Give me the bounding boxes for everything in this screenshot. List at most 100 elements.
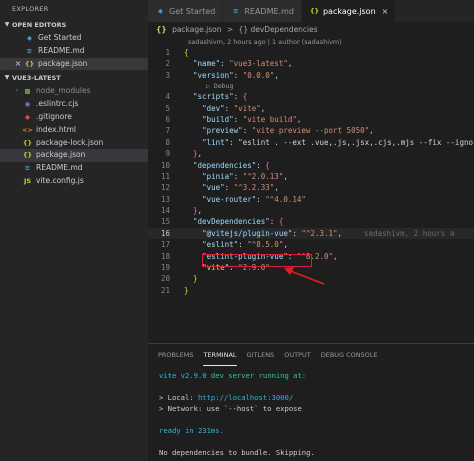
code-line[interactable]: 2 "name": "vue3-latest", [148,58,474,69]
explorer-sidebar: EXPLORER ▼ OPEN EDITORS ◆ Get Started ≡ … [0,0,148,461]
project-header[interactable]: ▼ VUE3-LATEST [0,71,148,85]
code-text: "devDependencies": { [193,217,284,227]
json-icon: {} [22,138,33,147]
code-line[interactable]: 11 "pinia": "^2.0.13", [148,171,474,182]
code-text: "name": "vue3-latest", [193,59,293,69]
code-text: }, [193,206,203,216]
code-line[interactable]: 14 }, [148,205,474,216]
markdown-icon: ≡ [24,164,31,173]
line-number: 12 [160,183,170,193]
vscode-icon: ◆ [158,7,163,15]
markdown-icon: ≡ [233,7,239,15]
tab-get-started[interactable]: ◆ Get Started [148,0,224,22]
json-icon: {} [309,7,320,15]
file-vite-config[interactable]: JS vite.config.js [0,175,148,188]
git-blame-codelens[interactable]: sadashivm, 2 hours ago | 1 author (sadas… [148,37,474,47]
code-line[interactable]: 3 "version": "0.0.0", [148,70,474,81]
gutter [174,47,184,58]
file-label: .eslintrc.cjs [36,99,79,109]
file-package-json[interactable]: {} package.json [0,149,148,163]
open-editor-package-json[interactable]: × {} package.json [0,57,148,71]
line-number: 10 [160,160,170,170]
line-number: 18 [160,251,170,261]
tab-package-json[interactable]: {} package.json × [301,0,397,22]
code-line[interactable]: 4 "scripts": { [148,91,474,102]
breadcrumb-symbol[interactable]: {} devDependencies [239,25,318,34]
close-icon[interactable]: × [382,7,389,16]
line-number: 9 [165,149,170,159]
terminal-line: ready in 231ms. [159,426,224,435]
gutter [174,262,184,273]
vscode-icon: ◆ [27,34,32,42]
terminal[interactable]: vite v2.9.0 dev server running at: > Loc… [148,366,474,458]
tab-label: Get Started [169,6,216,16]
close-icon[interactable]: × [12,58,24,71]
file-eslintrc[interactable]: ◉ .eslintrc.cjs [0,98,148,111]
tab-readme[interactable]: ≡ README.md [223,0,302,22]
code-text: "build": "vite build", [202,114,302,124]
open-editor-get-started[interactable]: ◆ Get Started [0,32,148,45]
breadcrumb-file[interactable]: package.json [172,25,221,34]
file-package-lock[interactable]: {} package-lock.json [0,137,148,150]
js-icon: JS [23,176,32,185]
code-line[interactable]: 9 }, [148,148,474,159]
code-line[interactable]: 5 "dev": "vite", [148,103,474,114]
line-number: 14 [160,206,170,216]
markdown-icon: ≡ [26,46,33,55]
code-line[interactable]: 16 "@vitejs/plugin-vue": "^2.3.1", sadash… [148,227,474,240]
panel-tab-gitlens[interactable]: GITLENS [247,344,275,366]
bottom-panel: PROBLEMS TERMINAL GITLENS OUTPUT DEBUG C… [148,343,474,461]
panel-tab-terminal[interactable]: TERMINAL [203,344,237,366]
editor-tabs: ◆ Get Started ≡ README.md {} package.jso… [148,0,474,22]
code-line[interactable]: 1{ [148,47,474,58]
file-label: vite.config.js [36,175,84,185]
code-text: "eslint": "^8.5.0", [202,240,288,250]
code-text: }, [193,149,203,159]
debug-codelens[interactable]: ▷ Debug [148,81,474,91]
code-line[interactable]: 8 "lint": "eslint . --ext .vue,.js,.jsx,… [148,137,474,148]
code-line[interactable]: 7 "preview": "vite preview --port 5050", [148,125,474,136]
panel-tab-output[interactable]: OUTPUT [284,344,311,366]
file-label: node_modules [36,86,91,96]
terminal-local-url[interactable]: http://localhost:3000/ [198,393,293,402]
code-line[interactable]: 13 "vue-router": "^4.0.14" [148,194,474,205]
terminal-line: > Network: use `--host` to expose [159,404,302,413]
line-number: 17 [160,240,170,250]
panel-tab-debug-console[interactable]: DEBUG CONSOLE [321,344,378,366]
project-title: VUE3-LATEST [12,74,61,83]
open-editor-label: package.json [38,58,88,68]
gutter [174,125,184,136]
file-gitignore[interactable]: ◆ .gitignore [0,111,148,124]
code-line[interactable]: 17 "eslint": "^8.5.0", [148,239,474,250]
gutter [174,171,184,182]
code-text: "vue-router": "^4.0.14" [202,194,306,204]
open-editors-header[interactable]: ▼ OPEN EDITORS [0,18,148,32]
open-editor-readme[interactable]: ≡ README.md [0,45,148,58]
code-line[interactable]: 10 "dependencies": { [148,160,474,171]
code-text: "dev": "vite", [202,103,266,113]
file-index-html[interactable]: <> index.html [0,124,148,137]
json-icon: {} [156,25,167,34]
line-number: 8 [165,137,170,147]
code-text: "vue": "^3.2.33", [202,183,279,193]
line-number: 15 [160,217,170,227]
line-number: 3 [165,70,170,80]
file-label: index.html [36,124,76,134]
gutter [174,103,184,114]
panel-tab-problems[interactable]: PROBLEMS [158,344,193,366]
code-text: } [193,274,198,284]
code-line[interactable]: 15 "devDependencies": { [148,216,474,227]
file-node-modules[interactable]: › ■ node_modules [0,85,148,98]
gutter [174,228,184,239]
gutter [174,194,184,205]
line-number: 1 [165,48,170,57]
code-text: "lint": "eslint . --ext .vue,.js,.jsx,.c… [202,137,473,147]
code-editor[interactable]: 1{2 "name": "vue3-latest", 3 "version": "… [148,47,474,296]
line-number: 13 [160,194,170,204]
tab-label: package.json [322,6,376,16]
code-line[interactable]: 6 "build": "vite build", [148,114,474,125]
file-readme[interactable]: ≡ README.md [0,162,148,175]
code-line[interactable]: 12 "vue": "^3.2.33", [148,182,474,193]
code-line[interactable]: 18 "eslint-plugin-vue": "^8.2.0", [148,251,474,262]
